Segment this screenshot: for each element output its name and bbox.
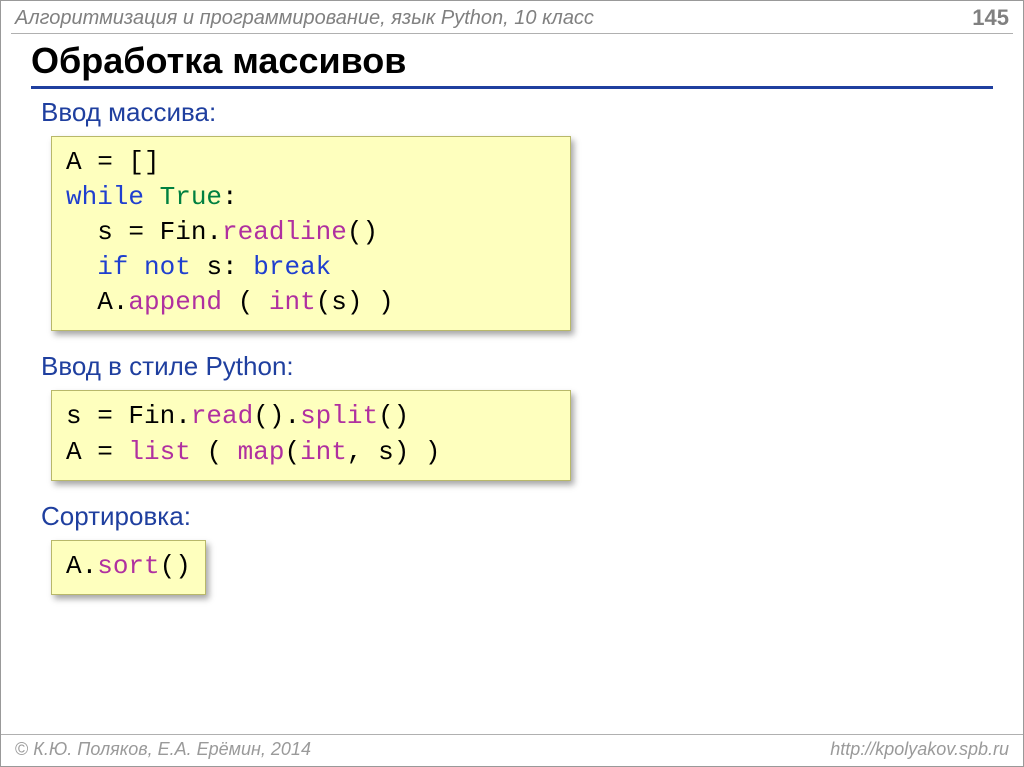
section-heading-sort: Сортировка: (41, 501, 983, 532)
code-text: : (222, 182, 238, 212)
footer-authors: К.Ю. Поляков, Е.А. Ерёмин, 2014 (15, 739, 311, 760)
slide-header: Алгоритмизация и программирование, язык … (1, 1, 1023, 33)
code-text: () (160, 551, 191, 581)
code-text: s = Fin. (66, 217, 222, 247)
code-keyword: if (66, 252, 128, 282)
slide-title: Обработка массивов (1, 34, 1023, 86)
code-text: ( (222, 287, 269, 317)
code-block-sort: A.sort() (51, 540, 206, 595)
code-keyword: not (128, 252, 190, 282)
code-text: (s) ) (316, 287, 394, 317)
header-title: Алгоритмизация и программирование, язык … (15, 7, 594, 30)
section-heading-python: Ввод в стиле Python: (41, 351, 983, 382)
code-function: int (300, 437, 347, 467)
code-function: read (191, 401, 253, 431)
code-text: A. (66, 287, 128, 317)
code-function: append (128, 287, 222, 317)
code-text: () (347, 217, 378, 247)
slide-footer: К.Ю. Поляков, Е.А. Ерёмин, 2014 http://k… (1, 734, 1023, 766)
code-text: A = [] (66, 147, 160, 177)
footer-url: http://kpolyakov.spb.ru (830, 739, 1009, 760)
content-area: Ввод массива: A = [] while True: s = Fin… (1, 97, 1023, 609)
code-text: ( (284, 437, 300, 467)
code-keyword: break (253, 252, 331, 282)
code-block-input: A = [] while True: s = Fin.readline() if… (51, 136, 571, 331)
code-text: A = (66, 437, 128, 467)
code-function: readline (222, 217, 347, 247)
page-number: 145 (972, 5, 1009, 31)
code-text: , s) ) (347, 437, 441, 467)
code-literal: True (144, 182, 222, 212)
code-function: list (128, 437, 190, 467)
code-text: A. (66, 551, 97, 581)
code-keyword: while (66, 182, 144, 212)
code-function: map (238, 437, 285, 467)
code-function: split (300, 401, 378, 431)
title-rule (31, 86, 993, 89)
code-function: sort (97, 551, 159, 581)
code-block-python: s = Fin.read().split() A = list ( map(in… (51, 390, 571, 480)
code-text: s = Fin. (66, 401, 191, 431)
section-heading-input: Ввод массива: (41, 97, 983, 128)
code-text: () (378, 401, 409, 431)
code-text: ( (191, 437, 238, 467)
code-text: s: (191, 252, 253, 282)
code-function: int (269, 287, 316, 317)
code-text: (). (253, 401, 300, 431)
slide: Алгоритмизация и программирование, язык … (0, 0, 1024, 767)
